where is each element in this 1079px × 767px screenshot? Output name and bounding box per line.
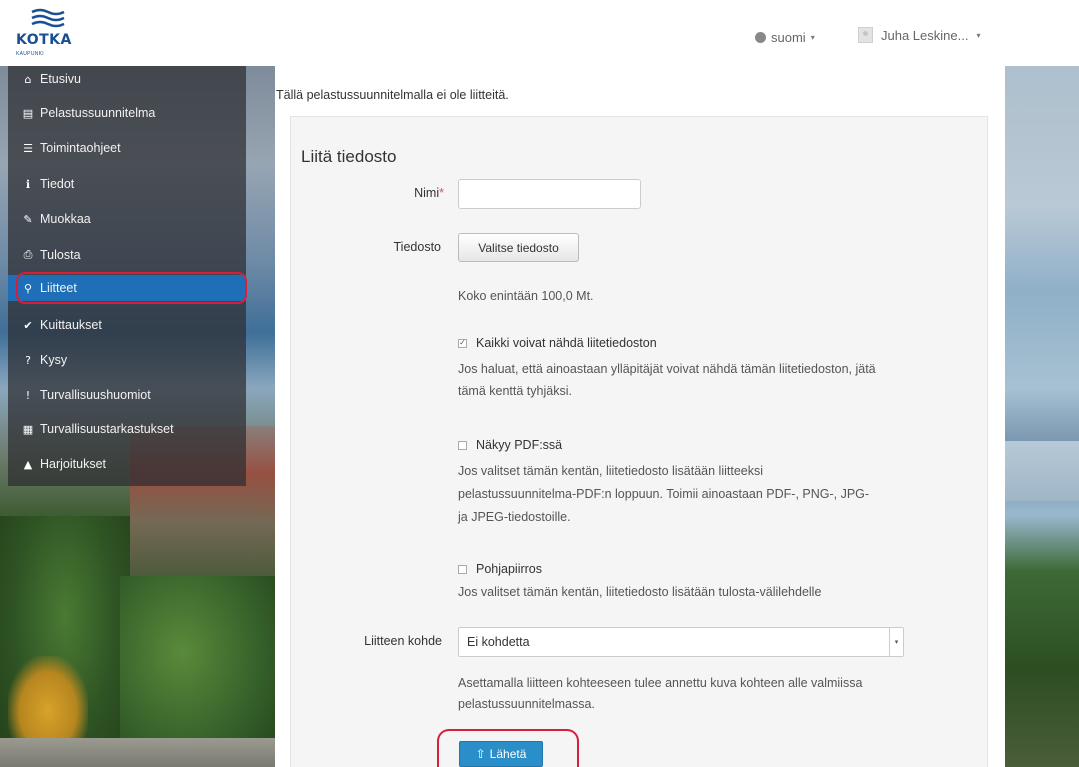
sidebar-item-label: Etusivu [40,72,81,86]
file-label: Tiedosto [393,240,441,254]
logo-waves-icon [31,8,65,28]
required-mark: * [439,186,444,200]
highlight-annotation-liitteet [16,272,247,304]
home-icon: ⌂ [24,72,32,86]
sidebar-item-turvallisuustarkastukset[interactable]: ▦ Turvallisuustarkastukset [8,416,246,442]
target-label: Liitteen kohde [364,634,442,648]
sidebar-item-pelastussuunnitelma[interactable]: ▤ Pelastussuunnitelma [8,100,246,126]
sidebar-item-label: Tulosta [40,248,81,262]
show-in-pdf-checkbox[interactable] [458,440,467,450]
language-label: suomi [771,30,806,45]
sidebar-item-turvallisuushuomiot[interactable]: ! Turvallisuushuomiot [8,382,246,408]
caret-down-icon: ▾ [810,33,815,42]
floorplan-help: Jos valitset tämän kentän, liitetiedosto… [458,585,822,599]
pdf-help-line-2: pelastussuunnitelma-PDF:n loppuun. Toimi… [458,487,870,501]
sidebar-item-label: Tiedot [40,177,75,191]
background-rocks [0,738,275,767]
pdf-help-line-1: Jos valitset tämän kentän, liitetiedosto… [458,464,764,478]
list-icon: ☰ [23,141,33,155]
highlight-annotation-submit [437,729,579,767]
sidebar-item-harjoitukset[interactable]: ▲ Harjoitukset [8,451,246,477]
pdf-help-line-3: ja JPEG-tiedostoille. [458,510,571,524]
choose-file-button[interactable]: Valitse tiedosto [458,233,579,262]
info-icon: ℹ [25,177,31,191]
sidebar-item-tiedot[interactable]: ℹ Tiedot [8,171,246,197]
sidebar-item-label: Harjoitukset [40,457,106,471]
target-help-line-2: pelastussuunnitelmassa. [458,697,595,711]
visible-help-line-1: Jos haluat, että ainoastaan ylläpitäjät … [458,362,876,376]
sidebar-item-kysy[interactable]: ? Kysy [8,347,246,373]
no-attachments-notice: Tällä pelastussuunnitelmalla ei ole liit… [276,88,509,102]
floorplan-label: Pohjapiirros [476,562,543,576]
show-in-pdf-checkbox-row[interactable]: Näkyy PDF:ssä [458,438,562,452]
warning-icon: ▲ [23,457,33,471]
logo-subtext: KAUPUNKI [16,51,44,57]
sidebar-item-toimintaohjeet[interactable]: ☰ Toimintaohjeet [8,135,246,161]
sidebar-item-label: Pelastussuunnitelma [40,106,156,120]
sidebar-item-label: Turvallisuushuomiot [40,388,151,402]
visible-help-line-2: tämä kenttä tyhjäksi. [458,384,572,398]
sidebar-item-kuittaukset[interactable]: ✔ Kuittaukset [8,312,246,338]
sidebar-item-etusivu[interactable]: ⌂ Etusivu [8,66,246,92]
print-icon: ⎙ [23,248,33,261]
table-icon: ▦ [22,422,34,436]
sidebar-item-muokkaa[interactable]: ✎ Muokkaa [8,206,246,232]
sidebar-item-label: Turvallisuustarkastukset [40,422,174,436]
target-help-line-1: Asettamalla liitteen kohteeseen tulee an… [458,676,863,690]
user-menu[interactable]: Juha Leskine... ▾ [858,27,980,43]
target-selected-value: Ei kohdetta [467,635,530,649]
name-input[interactable] [458,179,641,209]
sidebar-item-label: Kuittaukset [40,318,102,332]
sidebar-item-label: Kysy [40,353,68,367]
kotka-logo[interactable]: KOTKA KAUPUNKI [12,8,84,60]
floorplan-checkbox[interactable] [458,564,467,574]
name-label: Nimi* [380,186,444,200]
pencil-icon: ✎ [23,212,33,226]
name-label-text: Nimi [414,186,440,200]
file-size-help: Koko enintään 100,0 Mt. [458,289,594,303]
top-header: KOTKA KAUPUNKI suomi ▾ Juha Leskine... ▾ [0,0,1079,66]
logo-text: KOTKA [16,32,72,48]
show-in-pdf-label: Näkyy PDF:ssä [476,438,563,452]
check-icon: ✔ [23,318,33,332]
background-scenery-right [1005,66,1079,767]
attach-file-panel [290,116,988,767]
visible-to-all-label: Kaikki voivat nähdä liitetiedoston [476,336,657,350]
globe-icon [755,32,766,43]
visible-to-all-checkbox-row[interactable]: ✓ Kaikki voivat nähdä liitetiedoston [458,336,657,350]
caret-down-icon: ▾ [976,30,981,40]
alert-icon: ! [25,388,31,402]
select-arrow-icon: ▾ [889,628,903,656]
visible-to-all-checkbox[interactable]: ✓ [458,338,467,348]
target-select[interactable]: Ei kohdetta ▾ [458,627,904,657]
sidebar-item-tulosta[interactable]: ⎙ Tulosta [8,242,246,268]
user-name: Juha Leskine... [881,27,969,43]
document-icon: ▤ [22,106,34,120]
floorplan-checkbox-row[interactable]: Pohjapiirros [458,562,542,576]
question-icon: ? [25,353,31,367]
form-title: Liitä tiedosto [301,147,397,166]
background-lake [1005,441,1079,501]
sidebar-item-label: Muokkaa [40,212,91,226]
language-selector[interactable]: suomi ▾ [755,30,815,45]
sidebar-item-label: Toimintaohjeet [40,141,121,155]
avatar-icon [858,27,873,43]
